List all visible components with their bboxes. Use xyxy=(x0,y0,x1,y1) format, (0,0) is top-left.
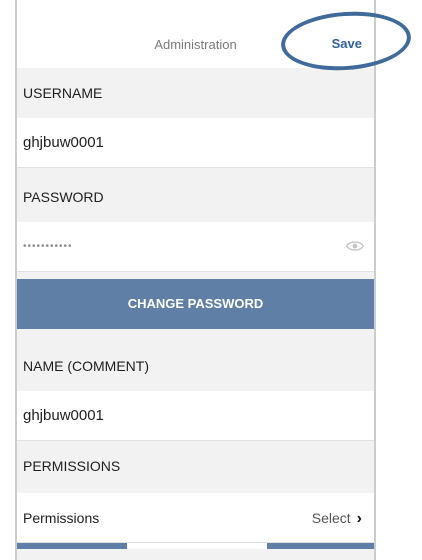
permissions-select-label: Select xyxy=(311,510,351,526)
permissions-row-label: Permissions xyxy=(23,510,100,526)
username-field[interactable]: ghjbuw0001 xyxy=(17,118,374,168)
permissions-row[interactable]: Permissions Select › xyxy=(17,493,374,543)
permissions-select[interactable]: Select › xyxy=(312,493,362,544)
bottom-bar-segment xyxy=(127,543,267,549)
username-section-label: USERNAME xyxy=(17,68,374,118)
name-value: ghjbuw0001 xyxy=(23,407,104,424)
password-field[interactable]: ••••••••••• xyxy=(17,222,374,272)
password-mask: ••••••••••• xyxy=(23,241,73,252)
change-password-button[interactable]: CHANGE PASSWORD xyxy=(17,279,374,329)
name-section-label: NAME (COMMENT) xyxy=(17,341,374,391)
admin-screen: Administration Save USERNAME ghjbuw0001 … xyxy=(15,0,376,560)
username-value: ghjbuw0001 xyxy=(23,134,104,151)
password-section-label: PASSWORD xyxy=(17,172,374,222)
name-field[interactable]: ghjbuw0001 xyxy=(17,391,374,441)
permissions-section-label: PERMISSIONS xyxy=(17,441,374,491)
chevron-right-icon: › xyxy=(356,510,362,527)
eye-icon[interactable] xyxy=(346,239,364,253)
